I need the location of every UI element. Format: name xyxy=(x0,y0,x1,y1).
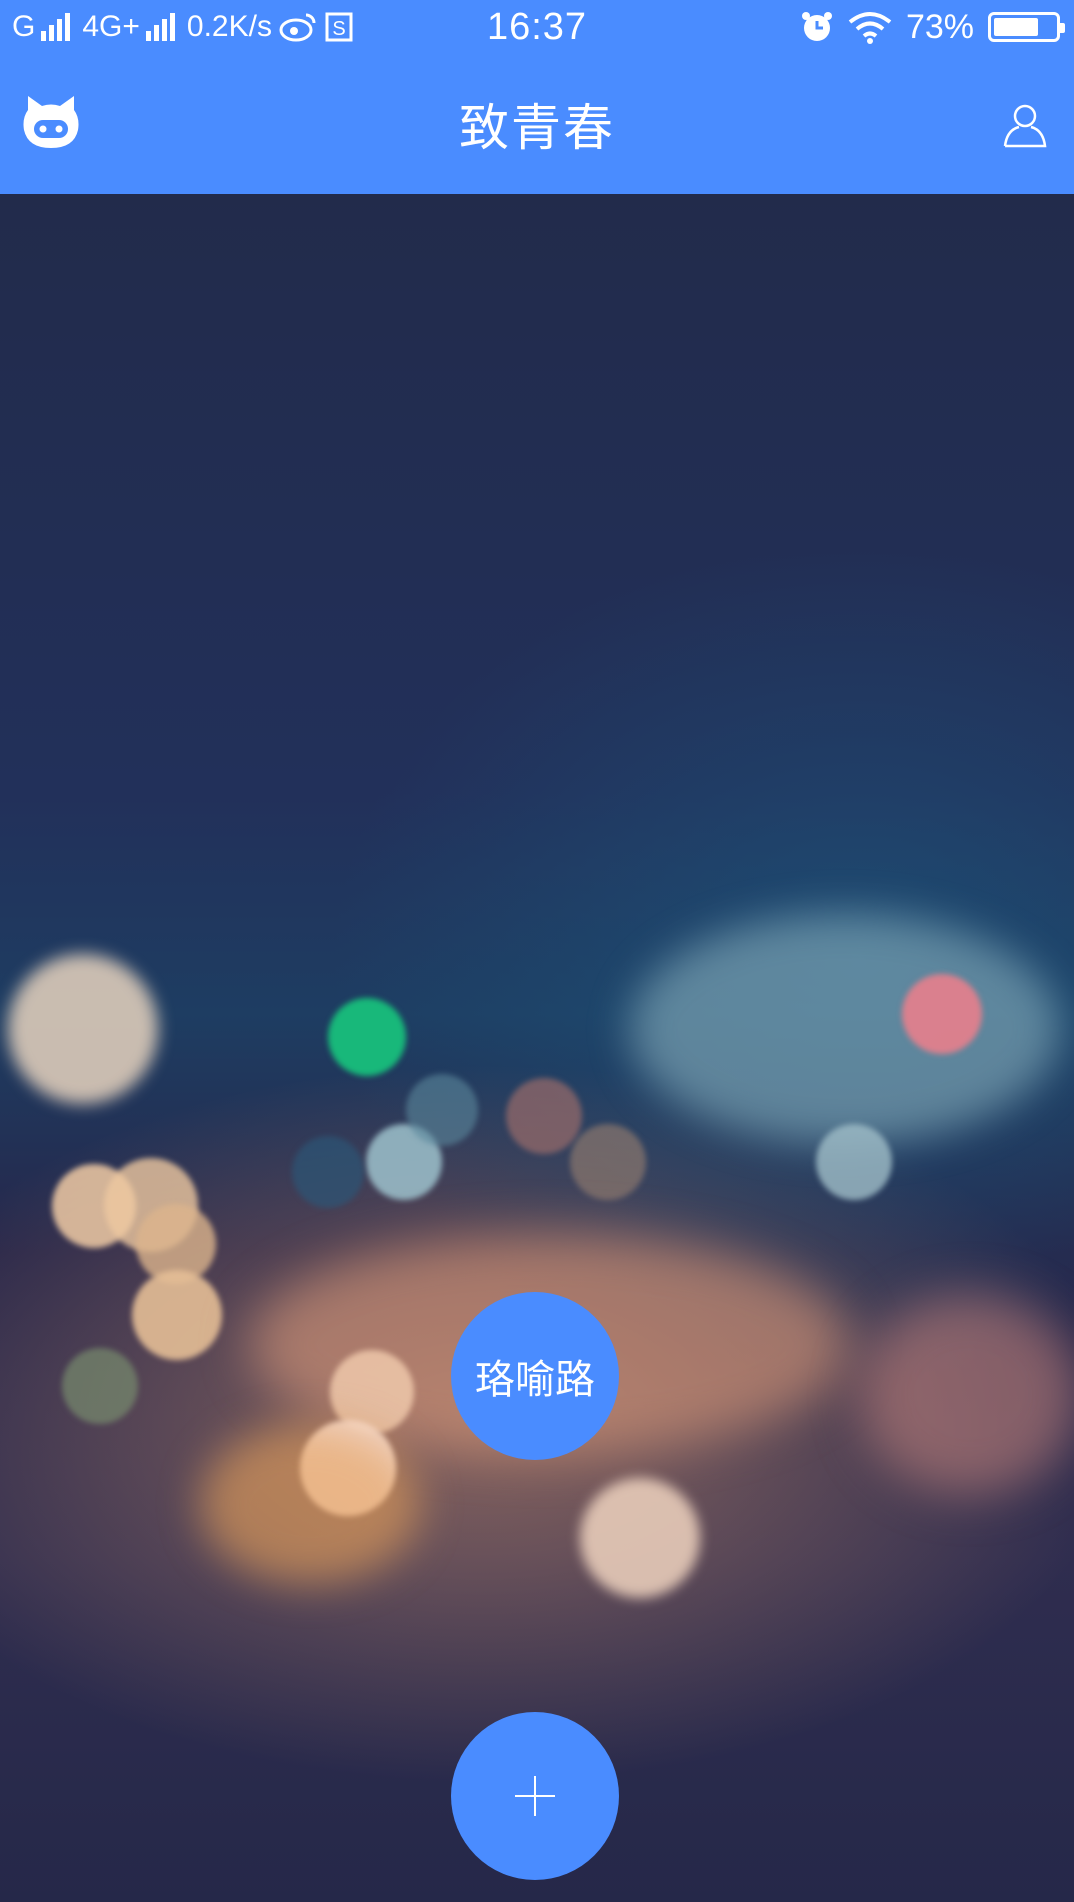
bokeh-background xyxy=(0,194,1074,1902)
app-bar: 致青春 xyxy=(0,54,1074,194)
battery-fill xyxy=(994,18,1038,36)
page-title: 致青春 xyxy=(459,99,615,157)
add-button[interactable] xyxy=(451,1712,619,1880)
status-right: 73% xyxy=(800,0,1065,54)
plus-icon xyxy=(515,1776,555,1816)
battery-percent: 73% xyxy=(905,7,974,46)
user-profile-icon[interactable] xyxy=(1002,102,1048,148)
status-bar: G 4G+ 0.2K/s S 16:37 73% xyxy=(0,0,1074,54)
app-screen: G 4G+ 0.2K/s S 16:37 73% 致青春 珞喻路 xyxy=(0,0,1074,1902)
battery-icon xyxy=(988,12,1065,42)
alarm-icon xyxy=(801,12,832,41)
wifi-icon xyxy=(848,12,892,44)
location-name-button[interactable]: 珞喻路 xyxy=(451,1292,619,1460)
location-name-label: 珞喻路 xyxy=(475,1357,595,1403)
